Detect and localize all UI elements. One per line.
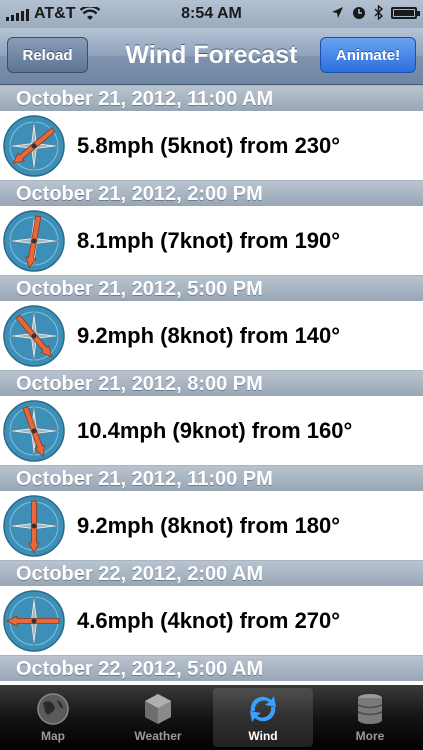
section-header-date: October 21, 2012, 11:00 PM	[0, 465, 423, 491]
section-header-date: October 22, 2012, 5:00 AM	[0, 655, 423, 681]
forecast-section: October 21, 2012, 8:00 PM 10.4mph (9knot…	[0, 370, 423, 465]
wind-compass-icon	[3, 589, 65, 652]
forecast-section: October 21, 2012, 11:00 PM 9.2mph (8knot…	[0, 465, 423, 560]
bluetooth-icon	[374, 5, 383, 20]
location-arrow-icon	[332, 7, 343, 18]
section-header-date: October 21, 2012, 8:00 PM	[0, 370, 423, 396]
forecast-section: October 22, 2012, 2:00 AM 4.6mph (4knot)…	[0, 560, 423, 655]
forecast-row[interactable]: 5.8mph (5knot) from 230°	[0, 111, 423, 180]
tab-bar: Map Weather Wind More	[0, 685, 423, 750]
forecast-row[interactable]: 9.2mph (8knot) from 140°	[0, 301, 423, 370]
status-bar: AT&T 8:54 AM	[0, 0, 423, 28]
forecast-row[interactable]: 4.6mph (4knot) from 270°	[0, 586, 423, 655]
forecast-section: October 21, 2012, 2:00 PM 8.1mph (7knot)…	[0, 180, 423, 275]
refresh-arrows-icon	[250, 696, 276, 722]
wind-speed-text: 4.6mph (4knot) from 270°	[77, 607, 341, 633]
database-stack-icon	[357, 694, 383, 724]
wind-speed-text: 8.1mph (7knot) from 190°	[77, 227, 341, 253]
wind-compass-icon	[3, 494, 65, 557]
globe-icon	[37, 693, 69, 725]
forecast-row[interactable]: 9.2mph (8knot) from 180°	[0, 491, 423, 560]
wind-compass-icon	[3, 114, 65, 177]
wind-compass-icon	[3, 399, 65, 462]
tab-map[interactable]: Map	[3, 688, 103, 747]
tab-weather[interactable]: Weather	[108, 688, 208, 747]
forecast-section: October 21, 2012, 11:00 AM 5.8mph (5knot…	[0, 85, 423, 180]
forecast-list[interactable]: October 21, 2012, 11:00 AM 5.8mph (5knot…	[0, 85, 423, 685]
section-header-date: October 21, 2012, 11:00 AM	[0, 85, 423, 111]
wind-speed-text: 9.2mph (8knot) from 140°	[77, 322, 341, 348]
section-header-date: October 22, 2012, 2:00 AM	[0, 560, 423, 586]
tab-wind[interactable]: Wind	[213, 688, 313, 747]
animate-button[interactable]: Animate!	[320, 37, 416, 73]
wind-compass-icon	[3, 209, 65, 272]
tab-more[interactable]: More	[320, 688, 420, 747]
wind-speed-text: 5.8mph (5knot) from 230°	[77, 132, 341, 158]
forecast-row[interactable]: 8.1mph (7knot) from 190°	[0, 206, 423, 275]
section-header-date: October 21, 2012, 2:00 PM	[0, 180, 423, 206]
forecast-row[interactable]: 10.4mph (9knot) from 160°	[0, 396, 423, 465]
cube-icon	[145, 694, 171, 724]
wind-speed-text: 10.4mph (9knot) from 160°	[77, 417, 353, 443]
alarm-clock-icon	[353, 6, 365, 19]
forecast-section: October 21, 2012, 5:00 PM 9.2mph (8knot)…	[0, 275, 423, 370]
forecast-section: October 22, 2012, 5:00 AM	[0, 655, 423, 681]
section-header-date: October 21, 2012, 5:00 PM	[0, 275, 423, 301]
battery-icon	[391, 6, 420, 19]
wind-compass-icon	[3, 304, 65, 367]
wind-speed-text: 9.2mph (8knot) from 180°	[77, 512, 341, 538]
navigation-bar: Reload Wind Forecast Animate!	[0, 28, 423, 85]
